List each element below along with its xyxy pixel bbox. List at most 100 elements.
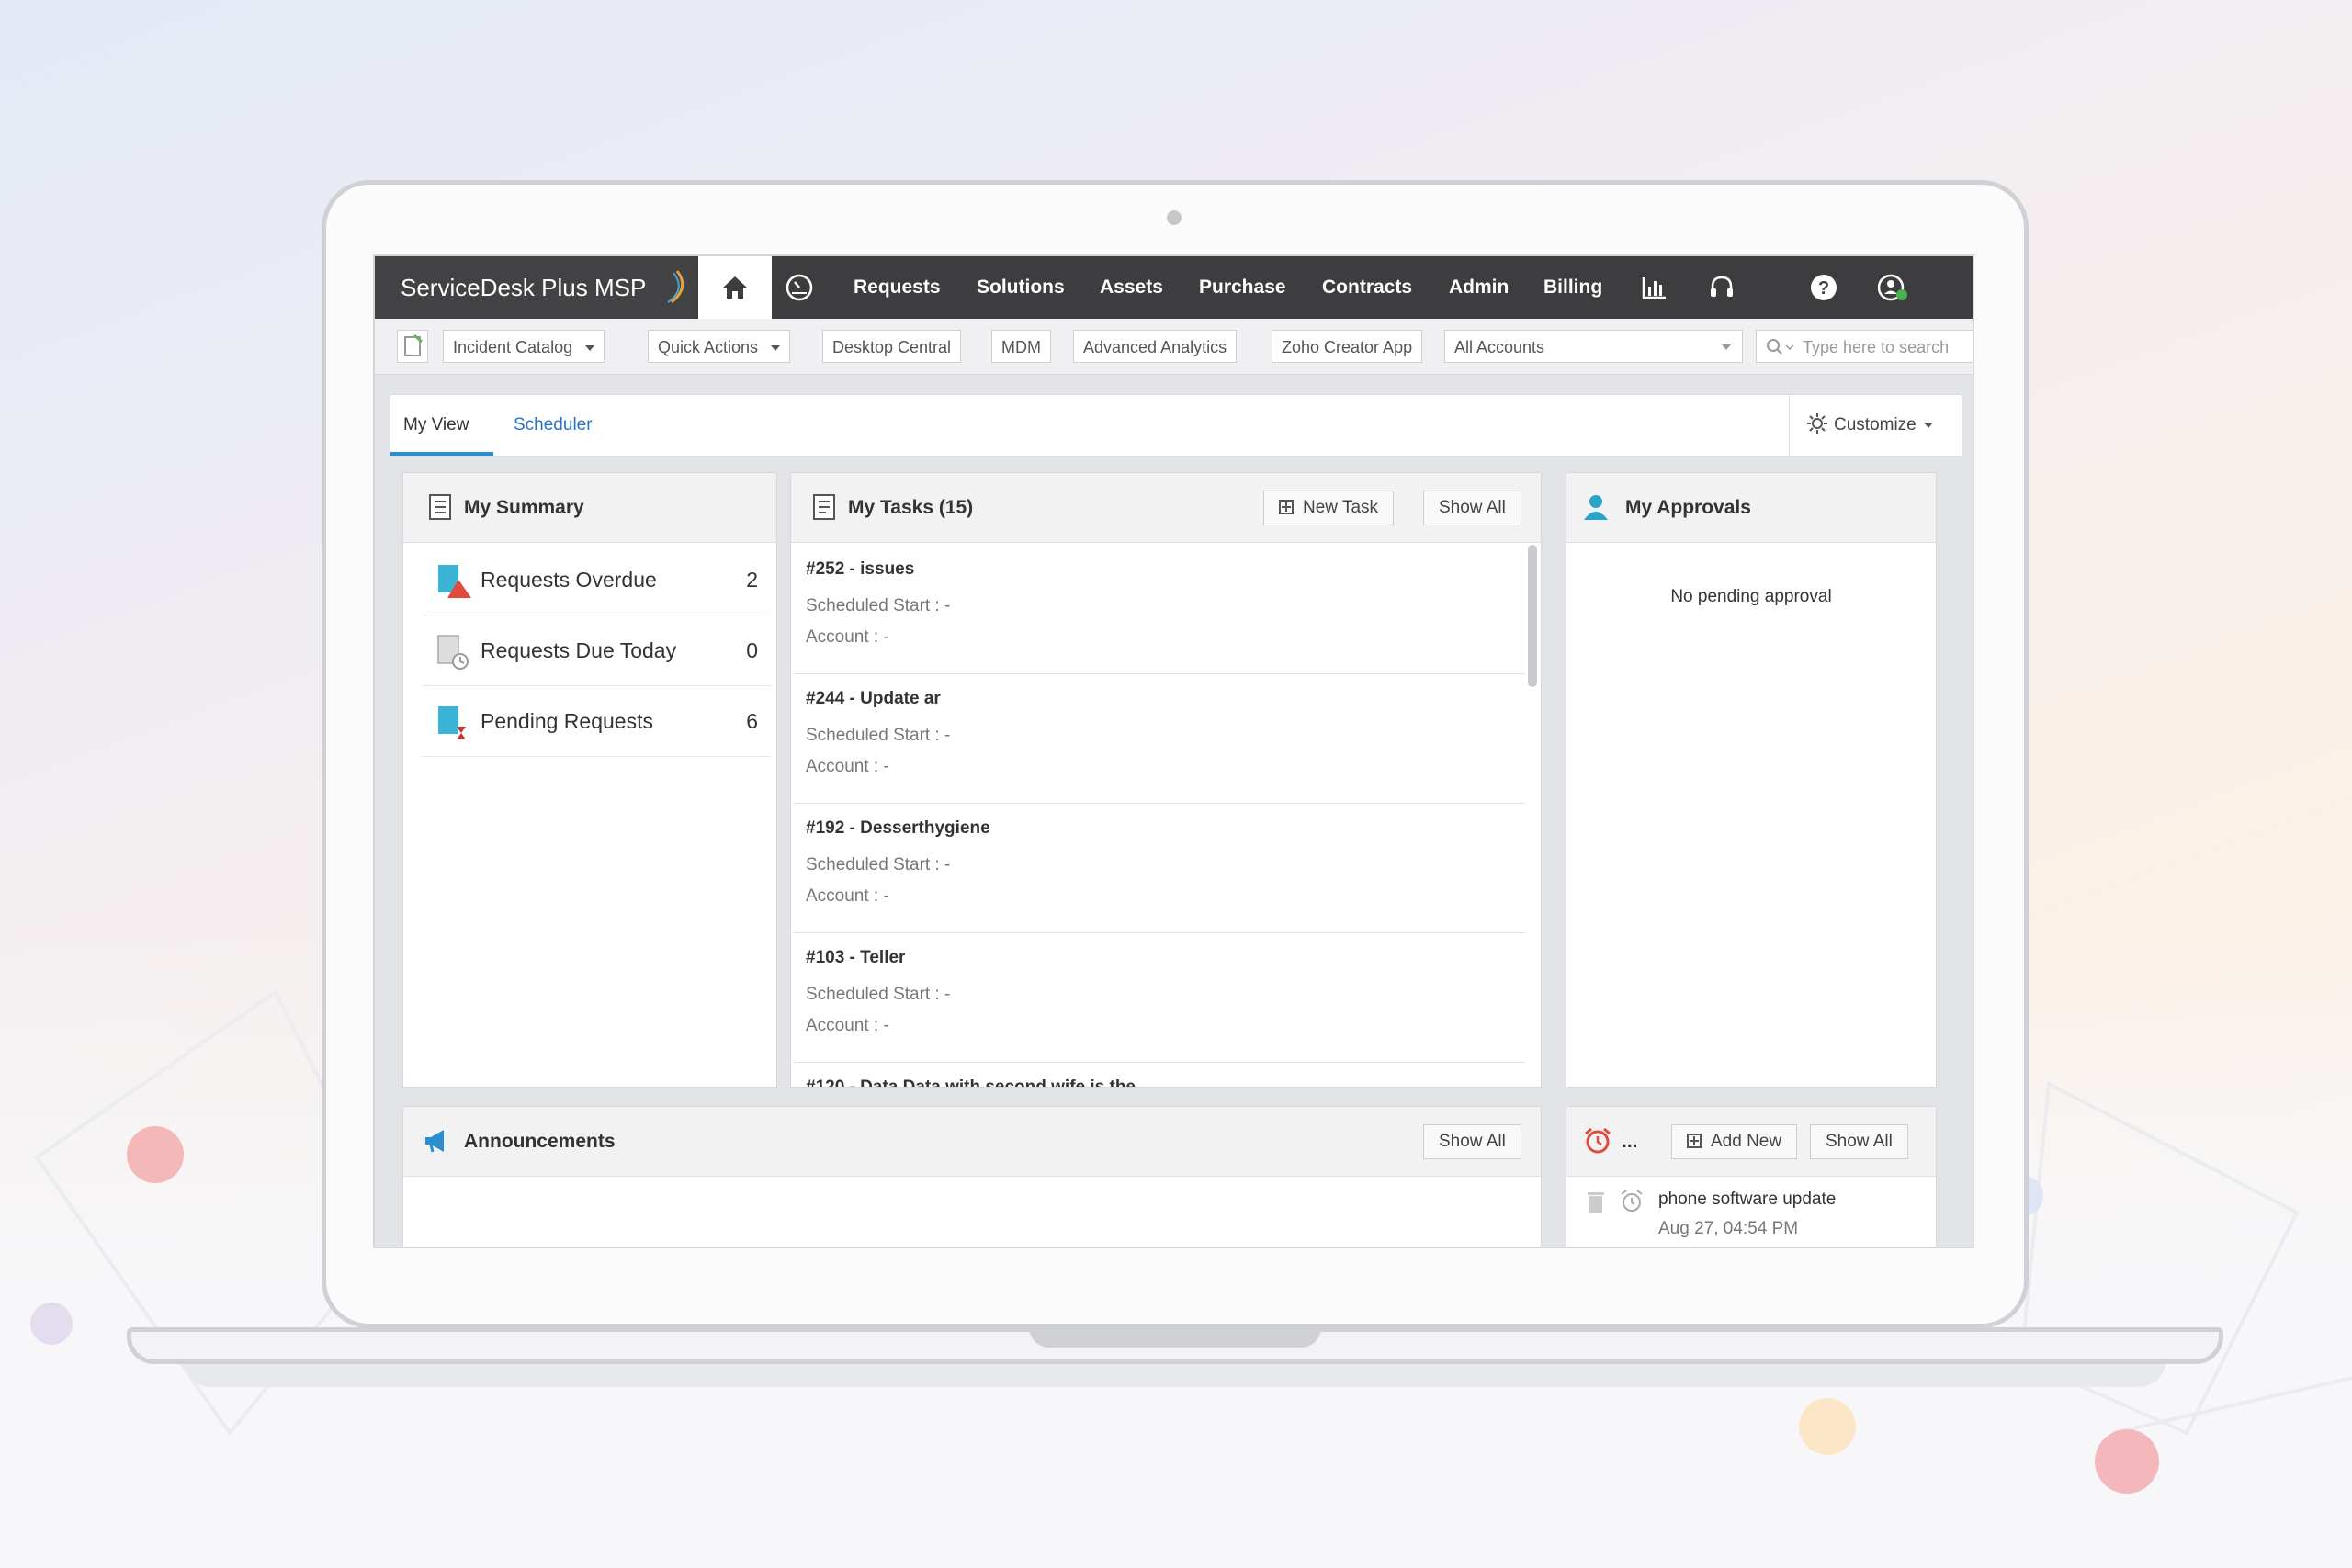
panel-header: ... Add New Show All bbox=[1566, 1107, 1936, 1177]
top-navigation-bar: ServiceDesk Plus MSP Requests Solutions … bbox=[375, 256, 1973, 319]
home-tab[interactable] bbox=[698, 256, 772, 319]
panel-header: My Summary bbox=[403, 473, 776, 543]
task-account: Account : - bbox=[806, 757, 889, 776]
nav-solutions[interactable]: Solutions bbox=[977, 256, 1065, 319]
reminder-time: Aug 27, 04:54 PM bbox=[1658, 1219, 1799, 1238]
panel-title: Announcements bbox=[464, 1131, 616, 1152]
task-item[interactable]: #192 - Desserthygiene Scheduled Start : … bbox=[793, 804, 1525, 933]
task-item[interactable]: #244 - Update ar Scheduled Start : - Acc… bbox=[793, 674, 1525, 804]
task-scheduled-start: Scheduled Start : - bbox=[806, 726, 951, 745]
nav-requests[interactable]: Requests bbox=[854, 256, 941, 319]
brand-logo[interactable]: ServiceDesk Plus MSP bbox=[375, 256, 696, 319]
summary-row[interactable]: Requests Overdue 2 bbox=[422, 545, 771, 615]
tasks-show-all-button[interactable]: Show All bbox=[1423, 491, 1521, 525]
svg-text:?: ? bbox=[1818, 278, 1829, 299]
nav-admin[interactable]: Admin bbox=[1449, 256, 1509, 319]
add-reminder-button[interactable]: Add New bbox=[1671, 1124, 1798, 1159]
announcements-show-all-button[interactable]: Show All bbox=[1423, 1124, 1521, 1159]
panel-title: My Approvals bbox=[1625, 497, 1751, 518]
plus-icon bbox=[1279, 500, 1294, 514]
summary-row[interactable]: Requests Due Today 0 bbox=[422, 615, 771, 686]
my-approvals-panel: My Approvals No pending approval bbox=[1566, 472, 1937, 1088]
reminders-panel: ... Add New Show All phone software upda… bbox=[1566, 1106, 1937, 1247]
dashboard-icon[interactable] bbox=[784, 272, 815, 303]
accounts-select-value: All Accounts bbox=[1454, 338, 1545, 356]
user-settings-icon[interactable] bbox=[1878, 272, 1909, 303]
panel-header: Announcements Show All bbox=[403, 1107, 1541, 1177]
search-input[interactable]: Type here to search bbox=[1756, 330, 1973, 363]
help-icon[interactable]: ? bbox=[1808, 272, 1839, 303]
task-title: #252 - issues bbox=[806, 559, 915, 579]
new-task-button[interactable]: New Task bbox=[1263, 491, 1395, 525]
incident-catalog-label: Incident Catalog bbox=[453, 338, 573, 356]
task-scheduled-start: Scheduled Start : - bbox=[806, 985, 951, 1004]
panel-title: ... bbox=[1622, 1131, 1638, 1152]
megaphone-icon bbox=[425, 1130, 444, 1153]
panel-title: My Summary bbox=[464, 497, 584, 518]
task-item[interactable]: #103 - Teller Scheduled Start : - Accoun… bbox=[793, 933, 1525, 1063]
overdue-request-icon bbox=[438, 565, 471, 598]
tab-my-view[interactable]: My View bbox=[390, 395, 493, 456]
tasks-icon bbox=[813, 494, 835, 520]
task-scheduled-start: Scheduled Start : - bbox=[806, 596, 951, 615]
new-task-label: New Task bbox=[1303, 498, 1379, 517]
summary-row[interactable]: Pending Requests 6 bbox=[422, 686, 771, 757]
task-scheduled-start: Scheduled Start : - bbox=[806, 855, 951, 874]
summary-label: Requests Overdue bbox=[481, 568, 657, 592]
no-approvals-message: No pending approval bbox=[1670, 587, 1832, 606]
decor-dot bbox=[1799, 1398, 1856, 1455]
summary-icon bbox=[429, 494, 451, 520]
reports-icon[interactable] bbox=[1638, 272, 1669, 303]
customize-label: Customize bbox=[1834, 415, 1917, 434]
nav-contracts[interactable]: Contracts bbox=[1322, 256, 1412, 319]
nav-assets[interactable]: Assets bbox=[1100, 256, 1163, 319]
summary-count: 2 bbox=[746, 568, 758, 592]
home-icon bbox=[723, 276, 747, 299]
catalog-icon[interactable] bbox=[397, 330, 428, 363]
tab-scheduler[interactable]: Scheduler bbox=[514, 395, 593, 456]
trash-icon[interactable] bbox=[1585, 1190, 1607, 1215]
summary-label: Requests Due Today bbox=[481, 638, 677, 662]
task-account: Account : - bbox=[806, 886, 889, 906]
summary-label: Pending Requests bbox=[481, 709, 653, 733]
panel-header: My Approvals bbox=[1566, 473, 1936, 543]
task-account: Account : - bbox=[806, 1016, 889, 1035]
incident-catalog-dropdown[interactable]: Incident Catalog bbox=[443, 330, 605, 363]
chevron-down-icon bbox=[1923, 422, 1933, 428]
quick-actions-dropdown[interactable]: Quick Actions bbox=[648, 330, 791, 363]
user-icon bbox=[1584, 495, 1608, 520]
task-title: #244 - Update ar bbox=[806, 689, 941, 708]
desktop-central-button[interactable]: Desktop Central bbox=[822, 330, 962, 363]
zoho-creator-app-button[interactable]: Zoho Creator App bbox=[1272, 330, 1423, 363]
my-summary-panel: My Summary Requests Overdue 2 Requests D… bbox=[402, 472, 777, 1088]
brand-name: ServiceDesk Plus MSP bbox=[401, 274, 647, 301]
panel-header: My Tasks (15) New Task Show All bbox=[791, 473, 1541, 543]
gear-icon bbox=[1807, 413, 1827, 434]
view-tabs-bar: My View Scheduler Customize bbox=[390, 394, 1962, 457]
add-new-label: Add New bbox=[1711, 1132, 1782, 1151]
alarm-clock-icon bbox=[1585, 1127, 1611, 1154]
decor-dot bbox=[127, 1126, 184, 1183]
accounts-select[interactable]: All Accounts bbox=[1444, 330, 1743, 363]
search-placeholder: Type here to search bbox=[1803, 338, 1950, 356]
task-item[interactable]: #120 - Data Data with second wife is the bbox=[793, 1063, 1525, 1087]
announcements-panel: Announcements Show All bbox=[402, 1106, 1542, 1247]
task-title: #192 - Desserthygiene bbox=[806, 818, 990, 838]
task-item[interactable]: #252 - issues Scheduled Start : - Accoun… bbox=[793, 545, 1525, 674]
dashboard-content: My View Scheduler Customize My Summary R… bbox=[390, 394, 1962, 1247]
reminder-title: phone software update bbox=[1658, 1190, 1837, 1209]
chevron-down-icon bbox=[771, 345, 781, 352]
headset-icon[interactable] bbox=[1706, 272, 1737, 303]
decor-dot bbox=[30, 1303, 73, 1345]
nav-purchase[interactable]: Purchase bbox=[1199, 256, 1286, 319]
app-screen: ServiceDesk Plus MSP Requests Solutions … bbox=[373, 254, 1974, 1248]
reminders-show-all-button[interactable]: Show All bbox=[1810, 1124, 1908, 1159]
mdm-button[interactable]: MDM bbox=[991, 330, 1051, 363]
tasks-scrollbar[interactable] bbox=[1528, 545, 1537, 687]
task-account: Account : - bbox=[806, 627, 889, 647]
advanced-analytics-button[interactable]: Advanced Analytics bbox=[1073, 330, 1238, 363]
nav-billing[interactable]: Billing bbox=[1544, 256, 1602, 319]
decor-dot bbox=[2095, 1429, 2159, 1494]
customize-button[interactable]: Customize bbox=[1789, 395, 1962, 456]
quick-toolbar: Incident Catalog Quick Actions Desktop C… bbox=[375, 319, 1973, 375]
